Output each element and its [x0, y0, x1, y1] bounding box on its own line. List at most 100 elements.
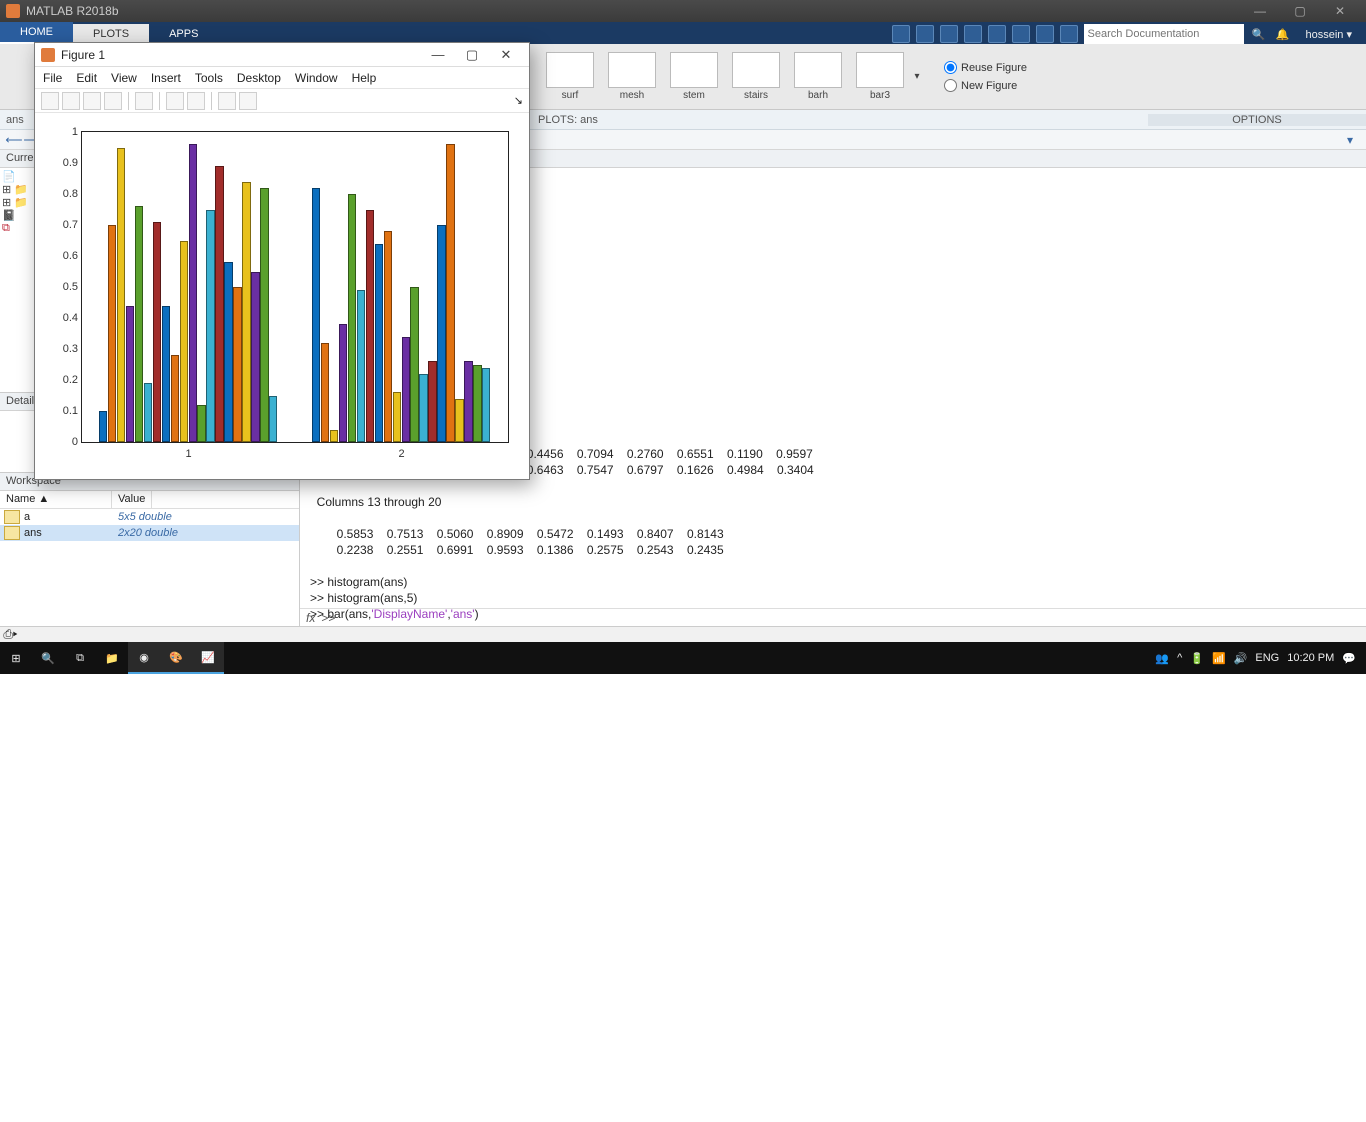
fig-menu-window[interactable]: Window [295, 71, 338, 85]
figure-titlebar[interactable]: Figure 1 — ▢ ✕ [35, 43, 529, 67]
start-button[interactable]: ⊞ [0, 642, 32, 674]
close-button[interactable]: ✕ [1320, 4, 1360, 18]
bar[interactable] [224, 262, 232, 442]
gallery-bar3[interactable]: bar3 [850, 52, 910, 101]
bar[interactable] [402, 337, 410, 442]
chrome-icon[interactable]: ◉ [128, 642, 160, 674]
command-prompt-row[interactable]: fx >> [300, 608, 1366, 626]
bar[interactable] [437, 225, 445, 442]
open-icon[interactable] [62, 92, 80, 110]
fig-minimize-button[interactable]: — [421, 47, 455, 62]
qat-save-icon[interactable] [892, 25, 910, 43]
nav-dropdown-icon[interactable]: ▾ [1342, 132, 1358, 148]
bar[interactable] [126, 306, 134, 442]
bar[interactable] [197, 405, 205, 442]
bar[interactable] [144, 383, 152, 442]
bar[interactable] [242, 182, 250, 442]
bar[interactable] [357, 290, 365, 442]
qat-help-icon[interactable] [1036, 25, 1054, 43]
bar[interactable] [215, 166, 223, 442]
bar[interactable] [269, 396, 277, 443]
fig-menu-tools[interactable]: Tools [195, 71, 223, 85]
gallery-stairs[interactable]: stairs [726, 52, 786, 101]
fig-menu-insert[interactable]: Insert [151, 71, 181, 85]
doc-search[interactable] [1084, 24, 1244, 44]
bar[interactable] [153, 222, 161, 442]
print-icon[interactable] [104, 92, 122, 110]
bar[interactable] [348, 194, 356, 442]
qat-undo-icon[interactable] [988, 25, 1006, 43]
bell-icon[interactable]: 🔔 [1274, 25, 1292, 43]
bar[interactable] [189, 144, 197, 442]
volume-icon[interactable]: 🔊 [1234, 652, 1248, 665]
matlab-taskbar-icon[interactable]: 📈 [192, 642, 224, 674]
wifi-icon[interactable]: 📶 [1212, 652, 1226, 665]
bar[interactable] [321, 343, 329, 442]
new-figure-radio[interactable]: New Figure [944, 77, 1027, 95]
tab-home[interactable]: HOME [0, 22, 73, 44]
bar[interactable] [162, 306, 170, 442]
fig-menu-edit[interactable]: Edit [76, 71, 97, 85]
clock[interactable]: 10:20 PM [1287, 652, 1334, 664]
bar[interactable] [251, 272, 259, 443]
pointer-icon[interactable] [218, 92, 236, 110]
system-tray[interactable]: 👥 ^ 🔋 📶 🔊 ENG 10:20 PM 💬 [1145, 652, 1366, 665]
bar[interactable] [312, 188, 320, 442]
bar[interactable] [375, 244, 383, 442]
bar[interactable] [233, 287, 241, 442]
search-button[interactable]: 🔍 [32, 642, 64, 674]
bar[interactable] [206, 210, 214, 443]
fig-menu-desktop[interactable]: Desktop [237, 71, 281, 85]
bar[interactable] [473, 365, 481, 443]
user-menu[interactable]: hossein ▾ [1298, 28, 1361, 41]
tab-plots[interactable]: PLOTS [73, 24, 149, 44]
bar[interactable] [446, 144, 454, 442]
fig-dock-icon[interactable]: ↘ [514, 94, 523, 107]
ws-row-ans[interactable]: ans2x20 double [0, 525, 299, 541]
bar[interactable] [135, 206, 143, 442]
gallery-barh[interactable]: barh [788, 52, 848, 101]
nav-back-icon[interactable]: ⟵ [6, 132, 22, 148]
ws-col-value[interactable]: Value [112, 491, 152, 508]
bar[interactable] [464, 361, 472, 442]
ws-row-a[interactable]: a5x5 double [0, 509, 299, 525]
qat-paste-icon[interactable] [964, 25, 982, 43]
people-icon[interactable]: 👥 [1155, 652, 1169, 665]
bar[interactable] [384, 231, 392, 442]
taskview-button[interactable]: ⧉ [64, 642, 96, 674]
qat-redo-icon[interactable] [1012, 25, 1030, 43]
link-icon[interactable] [135, 92, 153, 110]
fig-menu-view[interactable]: View [111, 71, 137, 85]
bar[interactable] [482, 368, 490, 442]
tab-apps[interactable]: APPS [149, 24, 218, 44]
gallery-more-button[interactable]: ▾ [910, 71, 924, 82]
bar[interactable] [393, 392, 401, 442]
gallery-stem[interactable]: stem [664, 52, 724, 101]
figure-window[interactable]: Figure 1 — ▢ ✕ File Edit View Insert Tools De… [34, 42, 530, 480]
bar[interactable] [180, 241, 188, 443]
paint-icon[interactable]: 🎨 [160, 642, 192, 674]
ws-col-name[interactable]: Name ▲ [0, 491, 112, 508]
qat-info-icon[interactable] [1060, 25, 1078, 43]
bar[interactable] [260, 188, 268, 442]
bar[interactable] [171, 355, 179, 442]
bar[interactable] [99, 411, 107, 442]
maximize-button[interactable]: ▢ [1280, 4, 1320, 18]
fig-maximize-button[interactable]: ▢ [455, 47, 489, 63]
data-cursor-icon[interactable] [166, 92, 184, 110]
search-icon[interactable]: 🔍 [1250, 25, 1268, 43]
explorer-icon[interactable]: 📁 [96, 642, 128, 674]
fig-menu-file[interactable]: File [43, 71, 62, 85]
bar[interactable] [339, 324, 347, 442]
bar[interactable] [410, 287, 418, 442]
reuse-figure-radio[interactable]: Reuse Figure [944, 59, 1027, 77]
fig-close-button[interactable]: ✕ [489, 47, 523, 63]
bar[interactable] [330, 430, 338, 442]
colorbar-icon[interactable] [187, 92, 205, 110]
bar[interactable] [419, 374, 427, 442]
gallery-surf[interactable]: surf [540, 52, 600, 101]
new-fig-icon[interactable] [41, 92, 59, 110]
legend-icon[interactable] [239, 92, 257, 110]
bar[interactable] [428, 361, 436, 442]
tray-up-icon[interactable]: ^ [1177, 652, 1182, 664]
